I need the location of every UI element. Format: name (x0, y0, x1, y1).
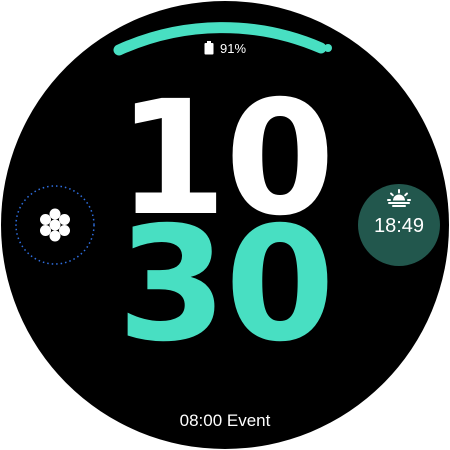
battery-percent: 91% (219, 40, 247, 56)
battery-icon (204, 41, 214, 55)
battery-status: 91% (1, 39, 449, 57)
next-event[interactable]: 08:00 Event (1, 411, 449, 431)
sunrise-icon (387, 189, 411, 207)
sunrise-time: 18:49 (373, 215, 425, 237)
watch-face: 91% 10 30 18:49 08:00 Event (1, 1, 449, 449)
apps-icon (40, 208, 70, 242)
apps-complication[interactable] (14, 184, 96, 266)
sunrise-complication[interactable]: 18:49 (358, 184, 440, 266)
